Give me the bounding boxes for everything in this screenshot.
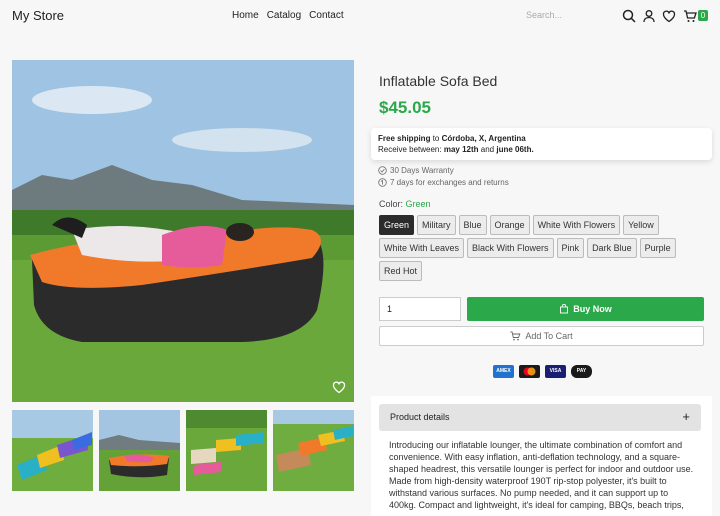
- product-details-toggle[interactable]: Product details +: [379, 404, 701, 431]
- main-nav: Home Catalog Contact: [232, 10, 344, 21]
- shopping-bag-icon: [560, 304, 569, 314]
- refresh-icon: [378, 178, 387, 187]
- returns-text: 7 days for exchanges and returns: [390, 178, 509, 187]
- receive-label: Receive between:: [378, 145, 442, 154]
- returns-perk: 7 days for exchanges and returns: [378, 178, 509, 187]
- buy-now-button[interactable]: Buy Now: [467, 297, 704, 321]
- quantity-input[interactable]: 1: [379, 297, 461, 321]
- shipping-destination[interactable]: Córdoba, X, Argentina: [442, 134, 526, 143]
- color-label: Color: Green: [379, 199, 431, 209]
- selected-color: Green: [405, 199, 431, 209]
- user-icon[interactable]: [642, 9, 656, 23]
- product-details-panel: Product details + Introducing our inflat…: [371, 396, 712, 516]
- top-header: My Store Home Catalog Contact Search... …: [0, 0, 720, 34]
- nav-home[interactable]: Home: [232, 10, 259, 21]
- date-and: and: [480, 145, 495, 154]
- color-option-dark-blue[interactable]: Dark Blue: [587, 238, 637, 258]
- cart-count-badge: 0: [698, 10, 708, 21]
- color-option-purple[interactable]: Purple: [639, 238, 676, 258]
- store-logo[interactable]: My Store: [12, 8, 64, 23]
- add-to-cart-label: Add To Cart: [525, 331, 573, 341]
- thumbnail-1[interactable]: [12, 410, 93, 491]
- buy-now-label: Buy Now: [573, 304, 612, 314]
- color-option-yellow[interactable]: Yellow: [623, 215, 659, 235]
- amex-icon: AMEX: [493, 365, 514, 378]
- thumbnail-gallery: [12, 410, 354, 491]
- search-input[interactable]: Search...: [526, 10, 562, 20]
- product-details-title: Product details: [390, 412, 450, 422]
- date-from: may 12th: [443, 145, 479, 154]
- product-main-image[interactable]: [12, 60, 354, 402]
- payment-methods: AMEX VISA PAY: [493, 365, 592, 378]
- wishlist-heart-icon[interactable]: [662, 9, 676, 23]
- mastercard-icon: [519, 365, 540, 378]
- color-option-black-with-flowers[interactable]: Black With Flowers: [467, 238, 554, 258]
- date-to: june 06th.: [496, 145, 534, 154]
- thumbnail-3[interactable]: [186, 410, 267, 491]
- check-circle-icon: [378, 166, 387, 175]
- shipping-info: Free shipping to Córdoba, X, Argentina R…: [371, 128, 712, 160]
- color-option-military[interactable]: Military: [417, 215, 456, 235]
- shipping-to: to: [432, 134, 440, 143]
- cart-icon: [510, 331, 521, 341]
- plus-icon: +: [682, 409, 690, 424]
- product-title: Inflatable Sofa Bed: [379, 73, 498, 89]
- thumbnail-2[interactable]: [99, 410, 180, 491]
- cart-icon[interactable]: [683, 9, 697, 23]
- color-option-pink[interactable]: Pink: [556, 238, 585, 258]
- add-to-cart-button[interactable]: Add To Cart: [379, 326, 704, 346]
- warranty-text: 30 Days Warranty: [390, 166, 454, 175]
- free-shipping-label: Free shipping: [378, 134, 431, 143]
- color-option-green[interactable]: Green: [379, 215, 415, 235]
- color-option-red-hot[interactable]: Red Hot: [379, 261, 423, 281]
- favorite-heart-icon[interactable]: [332, 380, 346, 394]
- color-option-orange[interactable]: Orange: [489, 215, 530, 235]
- product-description: Introducing our inflatable lounger, the …: [389, 440, 694, 510]
- color-label-text: Color:: [379, 199, 404, 209]
- search-icon[interactable]: [622, 9, 636, 23]
- product-price: $45.05: [379, 98, 431, 117]
- pay-icon: PAY: [571, 365, 592, 378]
- nav-contact[interactable]: Contact: [309, 10, 343, 21]
- color-option-white-with-flowers[interactable]: White With Flowers: [532, 215, 621, 235]
- color-options: Green Military Blue Orange White With Fl…: [379, 215, 709, 281]
- color-option-blue[interactable]: Blue: [458, 215, 487, 235]
- thumbnail-4[interactable]: [273, 410, 354, 491]
- color-option-white-with-leaves[interactable]: White With Leaves: [379, 238, 465, 258]
- warranty-perk: 30 Days Warranty: [378, 166, 454, 175]
- visa-icon: VISA: [545, 365, 566, 378]
- nav-catalog[interactable]: Catalog: [267, 10, 301, 21]
